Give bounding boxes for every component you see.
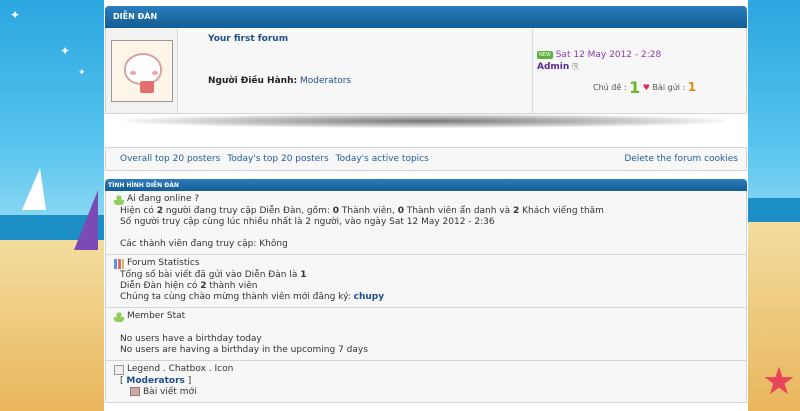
member-stat-block: Member Stat No users have a birthday tod… [105,308,747,361]
legend-header: Legend . Chatbox . Icon [127,364,234,374]
legend-new-post: Bài viết mới [114,387,738,398]
stats-section-header: TÌNH HÌNH DIỄN ĐÀN [105,179,747,191]
links-bar: Overall top 20 posters Today's top 20 po… [105,147,747,171]
user-icon [114,194,124,205]
delete-cookies-link[interactable]: Delete the forum cookies [624,154,738,164]
legend-moderators-link[interactable]: Moderators [126,376,184,386]
total-members-line: Diễn Đàn hiện có 2 thành viên [120,281,258,291]
last-post-date[interactable]: Sat 12 May 2012 - 2:28 [556,50,661,60]
sparkle-icon: ✦ [78,68,86,78]
today-active-topics-link[interactable]: Today's active topics [336,154,429,164]
sparkle-icon: ✦ [10,8,21,22]
online-header: Ai đang online ? [127,194,200,204]
background-scenery-right: ★ [748,0,800,411]
category-title: DIỄN ĐÀN [113,12,158,21]
forum-statistics-block: Forum Statistics Tổng số bài viết đã gửi… [105,255,747,308]
forum-moderators: Người Điều Hành: Moderators [208,76,352,86]
new-post-icon [130,387,140,396]
online-record-line: Số người truy cập cùng lúc nhiều nhất là… [120,217,495,227]
decorative-shadow [126,114,726,128]
sparkle-icon: ✦ [60,44,71,58]
birthday-upcoming-line: No users are having a birthday in the up… [120,345,368,355]
who-is-online-block: Ai đang online ? Hiện có 2 người đang tr… [105,191,747,255]
document-icon [114,364,124,375]
forum-avatar-icon [110,39,173,102]
heart-icon: ♥ [642,83,650,92]
birthday-today-line: No users have a birthday today [120,334,262,344]
moderators-link[interactable]: Moderators [300,76,351,86]
goto-post-icon[interactable]: ⎘ [572,62,578,71]
forum-last-post: NEW Sat 12 May 2012 - 2:28 Admin ⎘ Chủ đ… [532,28,746,113]
category-header: DIỄN ĐÀN [105,6,747,28]
user-icon [114,311,124,322]
sailboat-icon [74,190,98,250]
newest-member-link[interactable]: chupy [354,292,384,302]
forum-counts: Chủ đề : 1 ♥ Bài gửi : 1 [593,78,697,97]
online-count-line: Hiện có 2 người đang truy cập Diễn Đàn, … [120,206,604,216]
forum-title-link[interactable]: Your first forum [208,34,532,44]
newest-member-line: Chúng ta cùng chào mừng thành viên mới đ… [120,292,385,302]
member-stat-header: Member Stat [127,311,186,321]
online-users-line: Các thành viên đang truy cập: Không [120,239,288,249]
overall-top-posters-link[interactable]: Overall top 20 posters [120,154,220,164]
new-post-badge: NEW [537,50,553,59]
forum-main-panel: DIỄN ĐÀN Your first forum Người Điều Hàn… [104,0,748,411]
posts-count: 1 [687,80,697,94]
legend-moderators: [ Moderators ] [120,376,192,386]
topics-count: 1 [629,78,641,97]
last-post-user[interactable]: Admin [537,62,569,72]
sailboat-icon [22,168,46,210]
starfish-icon: ★ [761,359,796,403]
statistics-header: Forum Statistics [127,258,200,268]
total-posts-line: Tổng số bài viết đã gửi vào Diễn Đàn là … [120,270,307,280]
legend-block: Legend . Chatbox . Icon [ Moderators ] B… [105,361,747,403]
today-top-posters-link[interactable]: Today's top 20 posters [227,154,328,164]
forum-row: Your first forum Người Điều Hành: Modera… [105,28,747,114]
background-scenery-left: ✦ ✦ ✦ [0,0,104,411]
chart-icon [114,258,124,269]
